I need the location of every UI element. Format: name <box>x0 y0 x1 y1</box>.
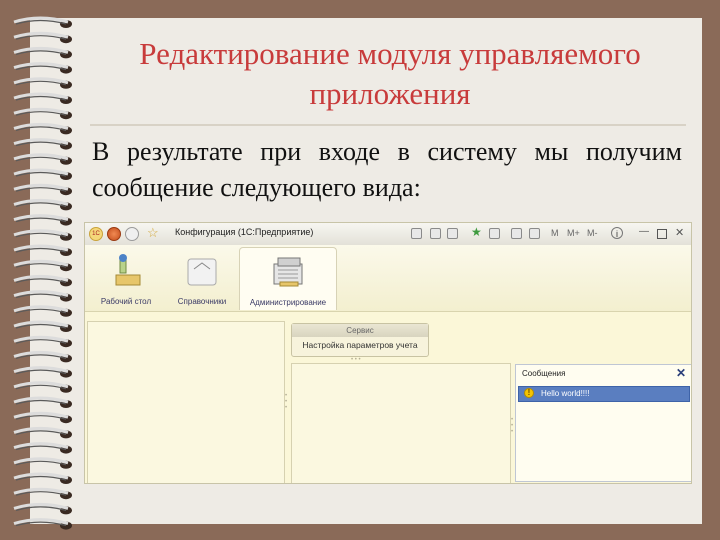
administration-icon <box>273 257 303 287</box>
center-panel <box>291 363 511 483</box>
slide-title: Редактирование модуля управляемого прило… <box>139 36 641 111</box>
title-divider <box>90 124 686 126</box>
section-catalogs[interactable]: Справочники <box>169 247 235 309</box>
back-icon[interactable] <box>125 227 139 241</box>
favorites-add-icon[interactable]: ★ <box>471 225 482 239</box>
warning-icon: ! <box>524 388 534 398</box>
toolbar-icon-1[interactable] <box>411 228 422 239</box>
close-icon[interactable]: ✕ <box>675 226 684 239</box>
spiral-binding <box>13 16 72 530</box>
left-panel <box>87 321 285 483</box>
section-catalogs-label: Справочники <box>177 297 227 306</box>
calendar-icon[interactable] <box>529 228 540 239</box>
memory-button[interactable]: M <box>551 228 559 238</box>
info-icon[interactable]: i <box>611 227 623 239</box>
1c-logo-icon[interactable]: 1С <box>89 227 103 241</box>
messages-window: Сообщения ✕ ! Hello world!!!! <box>515 364 691 482</box>
print-icon[interactable] <box>430 228 441 239</box>
section-desktop-label: Рабочий стол <box>100 297 152 306</box>
section-administration-label: Администрирование <box>249 298 327 307</box>
catalogs-icon <box>187 258 217 286</box>
maximize-icon[interactable] <box>657 229 667 239</box>
minimize-icon[interactable]: — <box>639 226 649 237</box>
section-desktop[interactable]: Рабочий стол <box>93 247 159 309</box>
memory-plus-button[interactable]: M+ <box>567 228 580 238</box>
sections-panel: Рабочий стол Справочники Администрирован… <box>85 245 691 312</box>
history-icon[interactable] <box>489 228 500 239</box>
message-text: Hello world!!!! <box>541 389 590 398</box>
app-window: 1С ☆ Конфигурация (1С:Предприятие) ★ M M… <box>84 222 692 484</box>
message-item[interactable]: ! Hello world!!!! <box>518 386 690 402</box>
window-title: Конфигурация (1С:Предприятие) <box>175 227 314 237</box>
accounting-settings-link[interactable]: Настройка параметров учета <box>292 337 428 354</box>
menu-button[interactable] <box>107 227 121 241</box>
favorites-star-icon[interactable]: ☆ <box>147 225 159 241</box>
messages-header: Сообщения ✕ <box>516 365 691 381</box>
slide-text: В результате при входе в систему мы полу… <box>92 137 682 202</box>
splitter-handle[interactable]: • • • <box>511 417 513 435</box>
messages-close-icon[interactable]: ✕ <box>676 366 686 380</box>
preview-icon[interactable] <box>447 228 458 239</box>
service-header: Сервис <box>292 324 428 337</box>
calculator-icon[interactable] <box>511 228 522 239</box>
messages-title: Сообщения <box>522 369 566 378</box>
section-administration[interactable]: Администрирование <box>239 247 337 310</box>
title-bar: 1С ☆ Конфигурация (1С:Предприятие) ★ M M… <box>85 223 691 246</box>
desktop-icon <box>115 254 141 286</box>
memory-minus-button[interactable]: M- <box>587 228 598 238</box>
service-panel: Сервис Настройка параметров учета <box>291 323 429 357</box>
splitter-handle[interactable]: • • • <box>285 393 287 411</box>
